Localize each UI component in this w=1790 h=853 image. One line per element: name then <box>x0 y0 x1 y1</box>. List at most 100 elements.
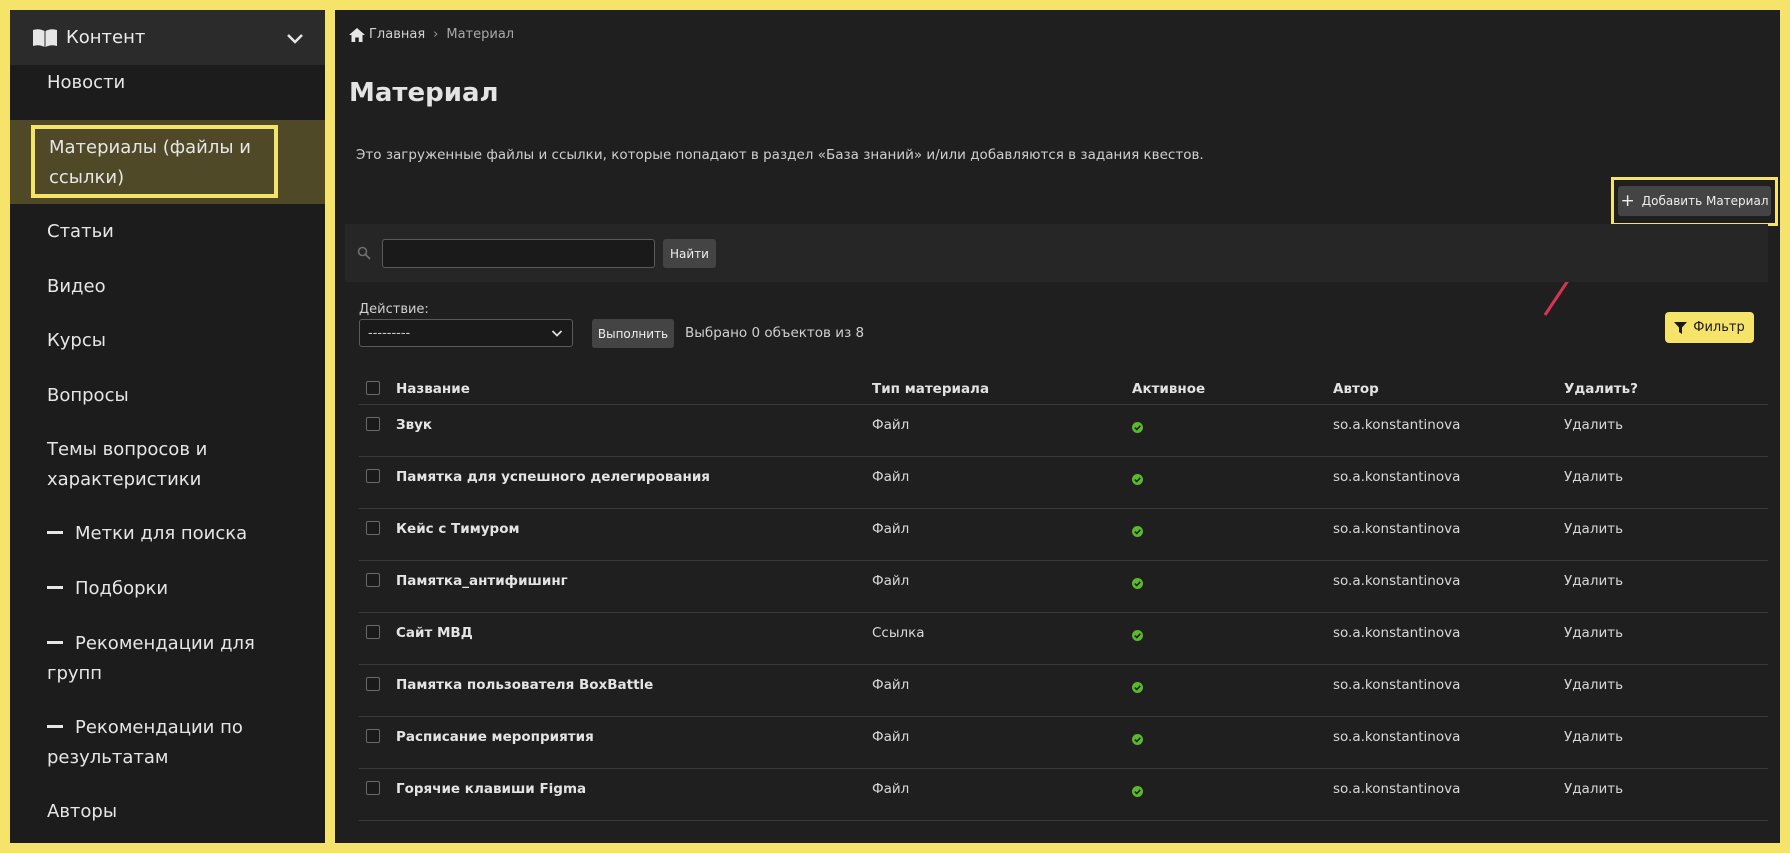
active-status <box>1132 733 1143 749</box>
material-type: Файл <box>872 521 910 537</box>
book-icon <box>33 28 57 47</box>
dash-icon <box>47 725 63 728</box>
sidebar-item-articles[interactable]: Статьи <box>10 217 325 247</box>
sidebar-item-authors[interactable]: Авторы <box>10 797 325 827</box>
check-circle-icon <box>1132 526 1143 537</box>
material-name-link[interactable]: Памятка_антифишинг <box>396 573 568 589</box>
breadcrumb-current: Материал <box>446 27 515 42</box>
run-action-button[interactable]: Выполнить <box>592 319 674 348</box>
material-name-link[interactable]: Горячие клавиши Figma <box>396 781 586 797</box>
material-name-link[interactable]: Расписание мероприятия <box>396 729 594 745</box>
material-type: Файл <box>872 469 910 485</box>
active-status <box>1132 525 1143 541</box>
material-type: Файл <box>872 677 910 693</box>
material-name-link[interactable]: Кейс с Тимуром <box>396 521 520 537</box>
sidebar-item-label: характеристики <box>47 469 202 490</box>
sidebar-item-video[interactable]: Видео <box>10 272 325 302</box>
delete-link[interactable]: Удалить <box>1564 781 1623 797</box>
home-icon[interactable] <box>349 27 365 42</box>
sidebar-section-header[interactable]: Контент <box>10 10 325 65</box>
row-checkbox[interactable] <box>366 417 380 431</box>
sidebar-item-label: Рекомендации по <box>75 717 243 738</box>
search-button[interactable]: Найти <box>663 239 716 268</box>
sidebar-item-label: Статьи <box>47 221 114 242</box>
sidebar-item-label: Рекомендации для <box>75 633 255 654</box>
sidebar-item-label: групп <box>47 663 103 684</box>
material-name-link[interactable]: Памятка для успешного делегирования <box>396 469 710 485</box>
material-author: so.a.konstantinova <box>1333 677 1461 693</box>
add-material-label: Добавить Материал <box>1641 194 1769 208</box>
table-row: Звук Файл so.a.konstantinova Удалить <box>359 405 1768 457</box>
material-author: so.a.konstantinova <box>1333 781 1461 797</box>
sidebar-item-label: Авторы <box>47 801 118 822</box>
chevron-down-icon <box>551 330 563 337</box>
filter-button[interactable]: Фильтр <box>1665 312 1754 343</box>
check-circle-icon <box>1132 786 1143 797</box>
sidebar-item-label: Темы вопросов и <box>47 439 208 460</box>
column-header-name[interactable]: Название <box>396 381 470 397</box>
sidebar-item-question-topics[interactable]: Темы вопросов и характеристики <box>10 435 325 495</box>
material-name-link[interactable]: Звук <box>396 417 432 433</box>
delete-link[interactable]: Удалить <box>1564 677 1623 693</box>
column-header-type[interactable]: Тип материала <box>872 381 989 397</box>
row-checkbox[interactable] <box>366 521 380 535</box>
row-checkbox[interactable] <box>366 573 380 587</box>
sidebar-item-news[interactable]: Новости <box>10 68 325 98</box>
delete-link[interactable]: Удалить <box>1564 573 1623 589</box>
row-checkbox[interactable] <box>366 781 380 795</box>
delete-link[interactable]: Удалить <box>1564 729 1623 745</box>
row-checkbox[interactable] <box>366 469 380 483</box>
selected-count: Выбрано 0 объектов из 8 <box>685 325 865 341</box>
search-input[interactable] <box>382 239 655 268</box>
row-checkbox[interactable] <box>366 625 380 639</box>
sidebar: Контент Новости Материалы (файлы и ссылк… <box>10 10 325 843</box>
table-row: Горячие клавиши Figma Файл so.a.konstantin… <box>359 769 1768 821</box>
delete-link[interactable]: Удалить <box>1564 625 1623 641</box>
check-circle-icon <box>1132 630 1143 641</box>
sidebar-item-label: Вопросы <box>47 385 129 406</box>
active-status <box>1132 577 1143 593</box>
delete-link[interactable]: Удалить <box>1564 521 1623 537</box>
material-author: so.a.konstantinova <box>1333 469 1461 485</box>
table-body: Звук Файл so.a.konstantinova Удалить Памятка… <box>359 405 1768 821</box>
material-author: so.a.konstantinova <box>1333 573 1461 589</box>
chevron-down-icon[interactable] <box>285 31 305 45</box>
sidebar-item-label: Видео <box>47 276 106 297</box>
material-name-link[interactable]: Сайт МВД <box>396 625 473 641</box>
active-status <box>1132 629 1143 645</box>
delete-link[interactable]: Удалить <box>1564 469 1623 485</box>
material-type: Файл <box>872 729 910 745</box>
sidebar-item-label: результатам <box>47 747 169 768</box>
material-name-link[interactable]: Памятка пользователя BoxBattle <box>396 677 653 693</box>
breadcrumb-home-link[interactable]: Главная <box>369 27 425 42</box>
sidebar-item-search-tags[interactable]: Метки для поиска <box>10 519 325 549</box>
check-circle-icon <box>1132 578 1143 589</box>
sidebar-item-courses[interactable]: Курсы <box>10 326 325 356</box>
page-description: Это загруженные файлы и ссылки, которые … <box>356 147 1204 163</box>
sidebar-item-materials[interactable]: Материалы (файлы и ссылки) <box>31 125 278 198</box>
sidebar-item-result-recommendations[interactable]: Рекомендации по результатам <box>10 713 325 773</box>
breadcrumb: Главная › Материал <box>349 27 514 42</box>
sidebar-item-label: Метки для поиска <box>75 523 248 544</box>
sidebar-item-label: Курсы <box>47 330 106 351</box>
column-header-author[interactable]: Автор <box>1333 381 1379 397</box>
sidebar-item-label: Новости <box>47 72 126 93</box>
sidebar-item-group-recommendations[interactable]: Рекомендации для групп <box>10 629 325 689</box>
select-all-checkbox[interactable] <box>366 381 380 395</box>
active-status <box>1132 681 1143 697</box>
material-type: Файл <box>872 417 910 433</box>
dash-icon <box>47 641 63 644</box>
material-author: so.a.konstantinova <box>1333 729 1461 745</box>
search-bar: Найти <box>345 224 1768 282</box>
row-checkbox[interactable] <box>366 729 380 743</box>
action-select[interactable]: --------- <box>359 319 573 347</box>
breadcrumb-separator: › <box>433 27 439 42</box>
delete-link[interactable]: Удалить <box>1564 417 1623 433</box>
row-checkbox[interactable] <box>366 677 380 691</box>
material-type: Файл <box>872 573 910 589</box>
add-material-button[interactable]: + Добавить Материал <box>1618 186 1771 216</box>
sidebar-item-questions[interactable]: Вопросы <box>10 381 325 411</box>
column-header-active[interactable]: Активное <box>1132 381 1205 397</box>
sidebar-item-collections[interactable]: Подборки <box>10 574 325 604</box>
materials-table: Название Тип материала Активное Автор Уд… <box>359 372 1768 821</box>
